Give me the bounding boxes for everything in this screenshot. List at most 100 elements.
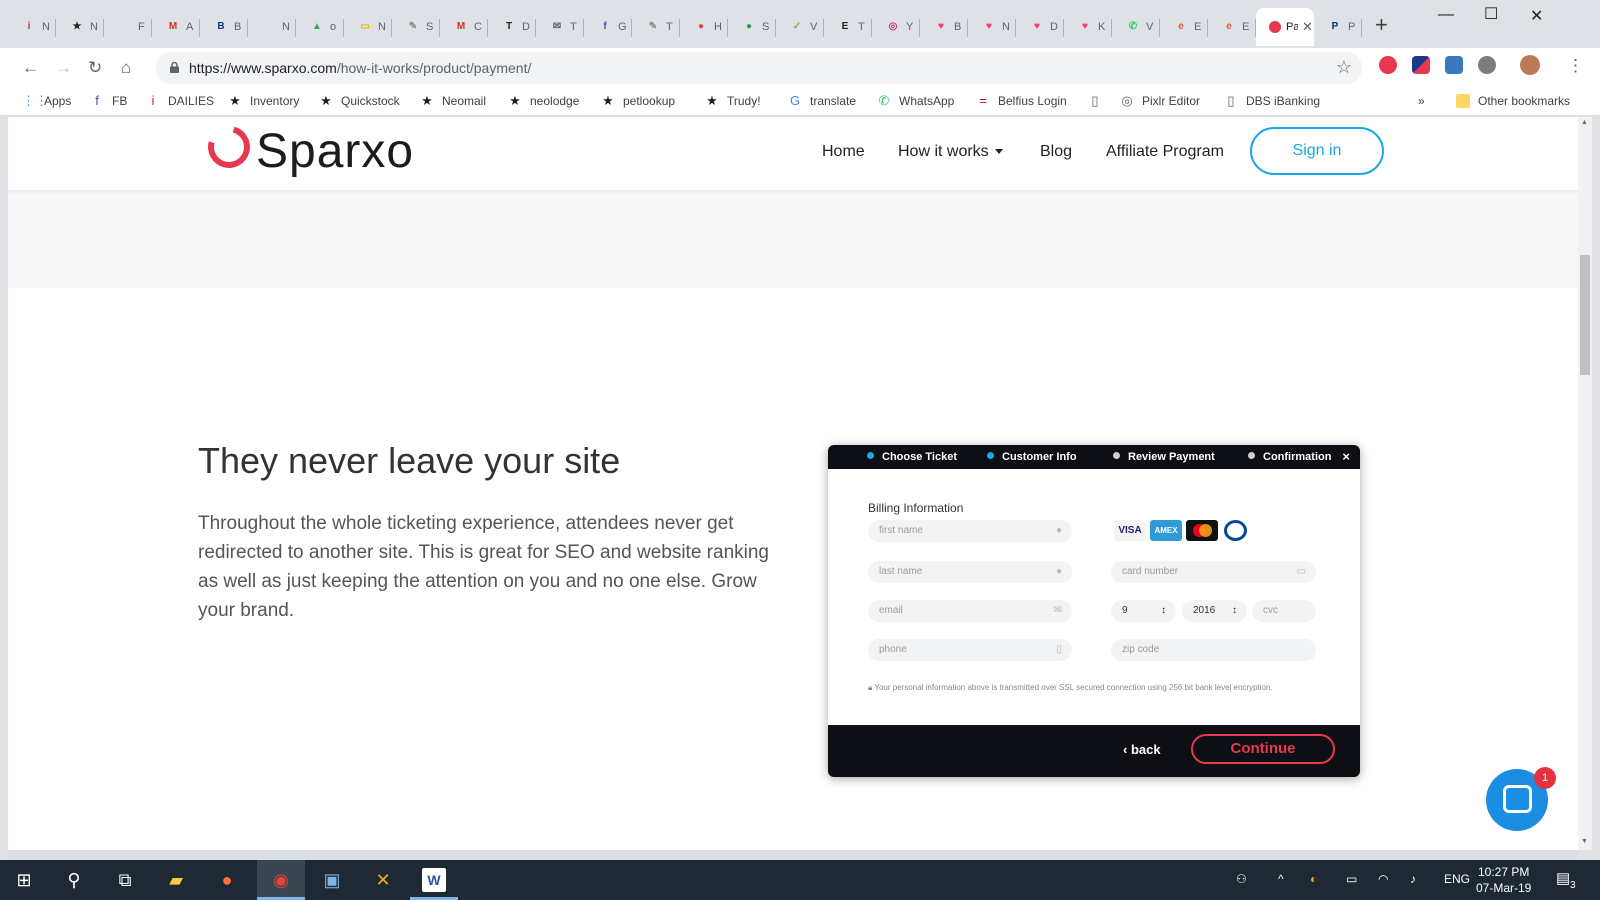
phone-field[interactable]: phone ▯ xyxy=(868,639,1072,661)
people-icon[interactable]: ⚇ xyxy=(1236,872,1247,886)
browser-tab[interactable]: ✉ T xyxy=(536,8,584,46)
continue-button[interactable]: Continue xyxy=(1191,734,1335,764)
browser-tab[interactable]: Pa ✕ xyxy=(1256,8,1314,46)
language-indicator[interactable]: ENG xyxy=(1444,872,1470,886)
browser-tab[interactable]: ♥ D xyxy=(1016,8,1064,46)
bookmark-item[interactable]: ★ neolodge xyxy=(508,94,579,109)
tray-chevron-icon[interactable]: ^ xyxy=(1278,872,1284,886)
wifi-icon[interactable]: ◠ xyxy=(1378,872,1388,886)
other-bookmarks-folder[interactable]: Other bookmarks xyxy=(1456,94,1570,108)
remote-desktop-icon[interactable]: ▣ xyxy=(320,868,344,892)
forward-arrow-icon[interactable]: → xyxy=(55,58,72,78)
volume-icon[interactable]: ♪ xyxy=(1410,872,1416,886)
extension-flag-icon[interactable] xyxy=(1412,56,1430,74)
task-view-icon[interactable]: ⧉ xyxy=(113,868,137,892)
battery-icon[interactable]: ▭ xyxy=(1346,872,1357,886)
nav-blog[interactable]: Blog xyxy=(1040,143,1072,161)
browser-tab[interactable]: ● H xyxy=(680,8,728,46)
bookmark-item[interactable]: ★ Trudy! xyxy=(705,94,760,109)
minimize-button[interactable]: — xyxy=(1438,6,1454,24)
nav-how-it-works[interactable]: How it works xyxy=(898,143,1003,161)
browser-tab[interactable]: ★ N xyxy=(56,8,104,46)
search-icon[interactable]: ⚲ xyxy=(62,868,86,892)
browser-tab[interactable]: ♥ B xyxy=(920,8,968,46)
file-explorer-icon[interactable]: ▰ xyxy=(164,868,188,892)
browser-tab[interactable]: ✆ V xyxy=(1112,8,1160,46)
card-number-field[interactable]: card number ▭ xyxy=(1111,561,1316,583)
browser-tab[interactable]: iN xyxy=(8,8,56,46)
sparxo-logo-icon[interactable] xyxy=(200,118,258,176)
bookmark-item[interactable]: ★ petlookup xyxy=(601,94,675,109)
bookmark-star-icon[interactable]: ☆ xyxy=(1336,57,1352,78)
browser-tab[interactable]: PP xyxy=(1314,8,1362,46)
extension-grey-icon[interactable] xyxy=(1478,56,1496,74)
scroll-up-arrow-icon[interactable]: ▲ xyxy=(1581,119,1588,126)
bookmark-item[interactable]: ▯ xyxy=(1088,94,1110,108)
home-icon[interactable]: ⌂ xyxy=(121,58,131,78)
close-window-button[interactable]: ✕ xyxy=(1530,6,1543,26)
browser-tab[interactable]: ♥ K xyxy=(1064,8,1112,46)
bookmark-item[interactable]: i DAILIES xyxy=(146,94,214,109)
browser-tab[interactable]: ✎ T xyxy=(632,8,680,46)
site-logo-text[interactable]: Sparxo xyxy=(256,124,414,179)
address-bar[interactable]: https://www.sparxo.com/how-it-works/prod… xyxy=(156,52,1362,84)
widget-close-icon[interactable]: × xyxy=(1342,449,1350,464)
bookmark-item[interactable]: ★ Inventory xyxy=(228,94,299,109)
maximize-button[interactable]: ☐ xyxy=(1484,4,1498,24)
email-field[interactable]: email ✉ xyxy=(868,600,1072,622)
browser-tab[interactable]: ▭ N xyxy=(344,8,392,46)
bookmark-item[interactable]: ★ Neomail xyxy=(420,94,486,109)
browser-tab[interactable]: ▲ o xyxy=(296,8,344,46)
new-tab-button[interactable]: + xyxy=(1375,14,1388,36)
bookmark-item[interactable]: ★ Quickstock xyxy=(319,94,400,109)
sign-in-button[interactable]: Sign in xyxy=(1250,127,1384,175)
url-text[interactable]: https://www.sparxo.com/how-it-works/prod… xyxy=(189,60,531,76)
word-icon[interactable]: W xyxy=(422,868,446,892)
browser-tab[interactable]: MA xyxy=(152,8,200,46)
first-name-field[interactable]: first name ● xyxy=(868,520,1072,542)
bookmark-item[interactable]: = Belfius Login xyxy=(976,94,1067,109)
browser-tab[interactable]: MC xyxy=(440,8,488,46)
tray-app-icon[interactable]: ◐ xyxy=(1310,872,1317,886)
browser-tab[interactable]: F xyxy=(104,8,152,46)
browser-tab[interactable]: ● S xyxy=(728,8,776,46)
nav-affiliate-program[interactable]: Affiliate Program xyxy=(1106,143,1224,161)
zip-code-field[interactable]: zip code xyxy=(1111,639,1316,661)
browser-tab[interactable]: TD xyxy=(488,8,536,46)
browser-tab[interactable]: N xyxy=(248,8,296,46)
back-button[interactable]: ‹ back xyxy=(1123,742,1161,757)
xampp-icon[interactable]: ✕ xyxy=(371,868,395,892)
page-scrollbar[interactable]: ▲ ▼ xyxy=(1578,117,1592,850)
menu-kebab-icon[interactable]: ⋮ xyxy=(1567,56,1584,76)
browser-tab[interactable]: ✓ V xyxy=(776,8,824,46)
scrollbar-thumb[interactable] xyxy=(1580,255,1590,375)
browser-tab[interactable]: ♥ N xyxy=(968,8,1016,46)
bookmark-item[interactable]: f FB xyxy=(90,94,127,109)
profile-avatar[interactable] xyxy=(1520,55,1540,75)
back-arrow-icon[interactable]: ← xyxy=(22,58,39,78)
nav-home[interactable]: Home xyxy=(822,143,865,161)
system-clock[interactable]: 10:27 PM 07-Mar-19 xyxy=(1476,864,1531,896)
bookmark-item[interactable]: ⋮⋮ Apps xyxy=(22,94,71,109)
bookmark-item[interactable]: ◎ Pixlr Editor xyxy=(1120,94,1200,109)
firefox-icon[interactable]: ● xyxy=(215,868,239,892)
chrome-icon[interactable]: ◉ xyxy=(269,868,293,892)
extension-camera-icon[interactable] xyxy=(1445,56,1463,74)
cvc-field[interactable]: cvc xyxy=(1252,600,1316,622)
last-name-field[interactable]: last name ● xyxy=(868,561,1072,583)
tab-close-icon[interactable]: ✕ xyxy=(1302,19,1313,35)
bookmark-item[interactable]: Gtranslate xyxy=(788,94,856,109)
bookmark-item[interactable]: ✆ WhatsApp xyxy=(877,94,955,109)
reload-icon[interactable]: ↻ xyxy=(88,58,102,78)
windows-start-icon[interactable]: ⊞ xyxy=(12,868,36,892)
browser-tab[interactable]: ET xyxy=(824,8,872,46)
action-center-icon[interactable]: ▤ xyxy=(1556,869,1570,887)
browser-tab[interactable]: fG xyxy=(584,8,632,46)
bookmarks-overflow-button[interactable]: » xyxy=(1418,94,1425,108)
browser-tab[interactable]: eE xyxy=(1160,8,1208,46)
browser-tab[interactable]: BB xyxy=(200,8,248,46)
browser-tab[interactable]: ✎ S xyxy=(392,8,440,46)
browser-tab[interactable]: eE xyxy=(1208,8,1256,46)
extension-adblock-icon[interactable] xyxy=(1379,56,1397,74)
scroll-down-arrow-icon[interactable]: ▼ xyxy=(1581,838,1588,845)
